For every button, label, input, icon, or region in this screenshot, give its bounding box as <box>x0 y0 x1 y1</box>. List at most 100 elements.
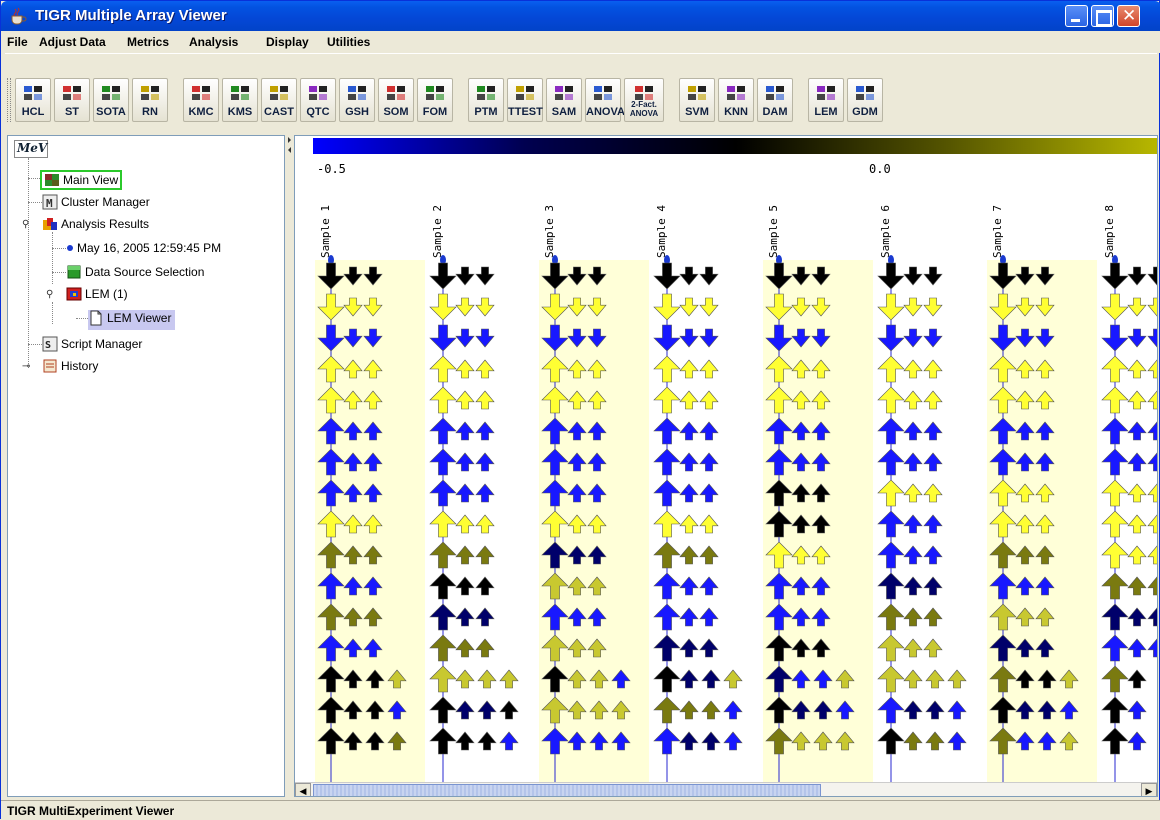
up-arrow-icon <box>475 638 495 658</box>
down-arrow-icon <box>1101 262 1129 290</box>
up-arrow-icon <box>903 452 923 472</box>
analysis-results-icon <box>43 218 57 230</box>
menu-display[interactable]: Display <box>266 35 309 49</box>
up-arrow-icon <box>903 421 923 441</box>
up-arrow-icon <box>1127 359 1147 379</box>
tree-item-analysis-results[interactable]: Analysis Results <box>42 216 149 236</box>
tree-item-main-view[interactable]: Main View <box>40 170 123 190</box>
toolbar-button-hcl[interactable]: HCL <box>15 78 51 122</box>
down-arrow-icon <box>903 297 923 317</box>
up-arrow-icon <box>499 731 519 751</box>
up-arrow-icon <box>903 390 923 410</box>
title-bar[interactable]: TIGR Multiple Array Viewer ✕ <box>1 1 1160 31</box>
menu-utilities[interactable]: Utilities <box>327 35 370 49</box>
down-arrow-icon <box>923 328 943 348</box>
toolbar-button-svm[interactable]: SVM <box>679 78 715 122</box>
down-arrow-icon <box>455 266 475 286</box>
down-arrow-icon <box>699 297 719 317</box>
ptm-icon <box>477 86 495 100</box>
menu-file[interactable]: File <box>7 35 28 49</box>
up-arrow-icon <box>723 669 743 689</box>
up-arrow-icon <box>923 483 943 503</box>
up-arrow-icon <box>1127 700 1147 720</box>
history-expander-icon[interactable]: ⊸ <box>22 362 32 372</box>
up-arrow-icon <box>455 421 475 441</box>
window-title: TIGR Multiple Array Viewer <box>35 7 227 24</box>
toolbar-handle[interactable] <box>7 78 11 122</box>
toolbar-button-kms[interactable]: KMS <box>222 78 258 122</box>
up-arrow-icon <box>699 483 719 503</box>
up-arrow-icon <box>903 731 923 751</box>
analysis-results-expander-icon[interactable]: ⚲ <box>22 220 32 230</box>
toolbar-button-anova[interactable]: ANOVA <box>585 78 625 122</box>
tree-item-lem[interactable]: LEM (1) <box>66 286 128 306</box>
lem-viewer-panel: -0.5 0.0 Sample 1 Sample 2 Sample 3 Sample … <box>294 135 1158 797</box>
up-arrow-icon <box>429 603 457 631</box>
up-arrow-icon <box>499 700 519 720</box>
maximize-button[interactable] <box>1091 5 1114 27</box>
toolbar-button-som[interactable]: SOM <box>378 78 414 122</box>
tree-item-history[interactable]: History <box>42 358 98 378</box>
toolbar-button-gsh[interactable]: GSH <box>339 78 375 122</box>
toolbar-button-cast[interactable]: CAST <box>261 78 297 122</box>
toolbar-button-sam[interactable]: SAM <box>546 78 582 122</box>
toolbar-button-ttest[interactable]: TTEST <box>507 78 543 122</box>
scroll-left-icon[interactable]: ◀ <box>295 783 311 796</box>
down-arrow-icon <box>1127 266 1147 286</box>
tree-item-lem-viewer[interactable]: LEM Viewer <box>88 310 176 330</box>
toolbar-button-qtc[interactable]: QTC <box>300 78 336 122</box>
toolbar-button-fom[interactable]: FOM <box>417 78 453 122</box>
up-arrow-icon <box>699 390 719 410</box>
menu-analysis[interactable]: Analysis <box>189 35 238 49</box>
up-arrow-icon <box>455 731 475 751</box>
up-arrow-icon <box>947 669 967 689</box>
toolbar-button-label: SVM <box>685 106 709 118</box>
up-arrow-icon <box>475 514 495 534</box>
up-arrow-icon <box>653 634 681 662</box>
qtc-icon <box>309 86 327 100</box>
tree-item-script-manager[interactable]: S Script Manager <box>42 336 142 356</box>
toolbar-button-lem[interactable]: LEM <box>808 78 844 122</box>
up-arrow-icon <box>1147 514 1157 534</box>
minimize-button[interactable] <box>1065 5 1088 27</box>
toolbar-button-sota[interactable]: SOTA <box>93 78 129 122</box>
svm-icon <box>688 86 706 100</box>
tree-item-analysis-date[interactable]: May 16, 2005 12:59:45 PM <box>66 240 221 260</box>
up-arrow-icon <box>475 607 495 627</box>
up-arrow-icon <box>455 545 475 565</box>
toolbar-button-kmc[interactable]: KMC <box>183 78 219 122</box>
tree-item-cluster-manager[interactable]: M Cluster Manager <box>42 194 150 214</box>
tree-item-data-source-selection[interactable]: Data Source Selection <box>66 264 204 284</box>
up-arrow-icon <box>699 452 719 472</box>
dam-icon <box>766 86 784 100</box>
horizontal-scrollbar[interactable]: ◀ ▶ <box>295 782 1157 796</box>
toolbar-button-knn[interactable]: KNN <box>718 78 754 122</box>
lem-expander-icon[interactable]: ⚲ <box>46 290 56 300</box>
close-button[interactable]: ✕ <box>1117 5 1140 27</box>
down-arrow-icon <box>455 328 475 348</box>
toolbar-button-rn[interactable]: RN <box>132 78 168 122</box>
scroll-thumb[interactable] <box>313 784 821 796</box>
up-arrow-icon <box>679 483 699 503</box>
down-arrow-icon <box>877 262 905 290</box>
up-arrow-icon <box>475 359 495 379</box>
arrow-expression-grid <box>315 255 1157 782</box>
toolbar-button-2-fact-anova[interactable]: 2-Fact. ANOVA <box>624 78 664 122</box>
up-arrow-icon <box>1127 576 1147 596</box>
toolbar-button-st[interactable]: ST <box>54 78 90 122</box>
menu-metrics[interactable]: Metrics <box>127 35 169 49</box>
gdm-icon <box>856 86 874 100</box>
scroll-right-icon[interactable]: ▶ <box>1141 783 1157 796</box>
down-arrow-icon <box>923 266 943 286</box>
toolbar-button-dam[interactable]: DAM <box>757 78 793 122</box>
up-arrow-icon <box>1147 545 1157 565</box>
up-arrow-icon <box>1101 479 1129 507</box>
menu-adjust-data[interactable]: Adjust Data <box>39 35 106 49</box>
split-pane-divider[interactable] <box>286 135 294 797</box>
java-cup-icon <box>11 7 27 25</box>
up-arrow-icon <box>429 355 457 383</box>
toolbar-button-ptm[interactable]: PTM <box>468 78 504 122</box>
toolbar-button-label: LEM <box>814 106 838 118</box>
down-arrow-icon <box>1127 297 1147 317</box>
toolbar-button-gdm[interactable]: GDM <box>847 78 883 122</box>
